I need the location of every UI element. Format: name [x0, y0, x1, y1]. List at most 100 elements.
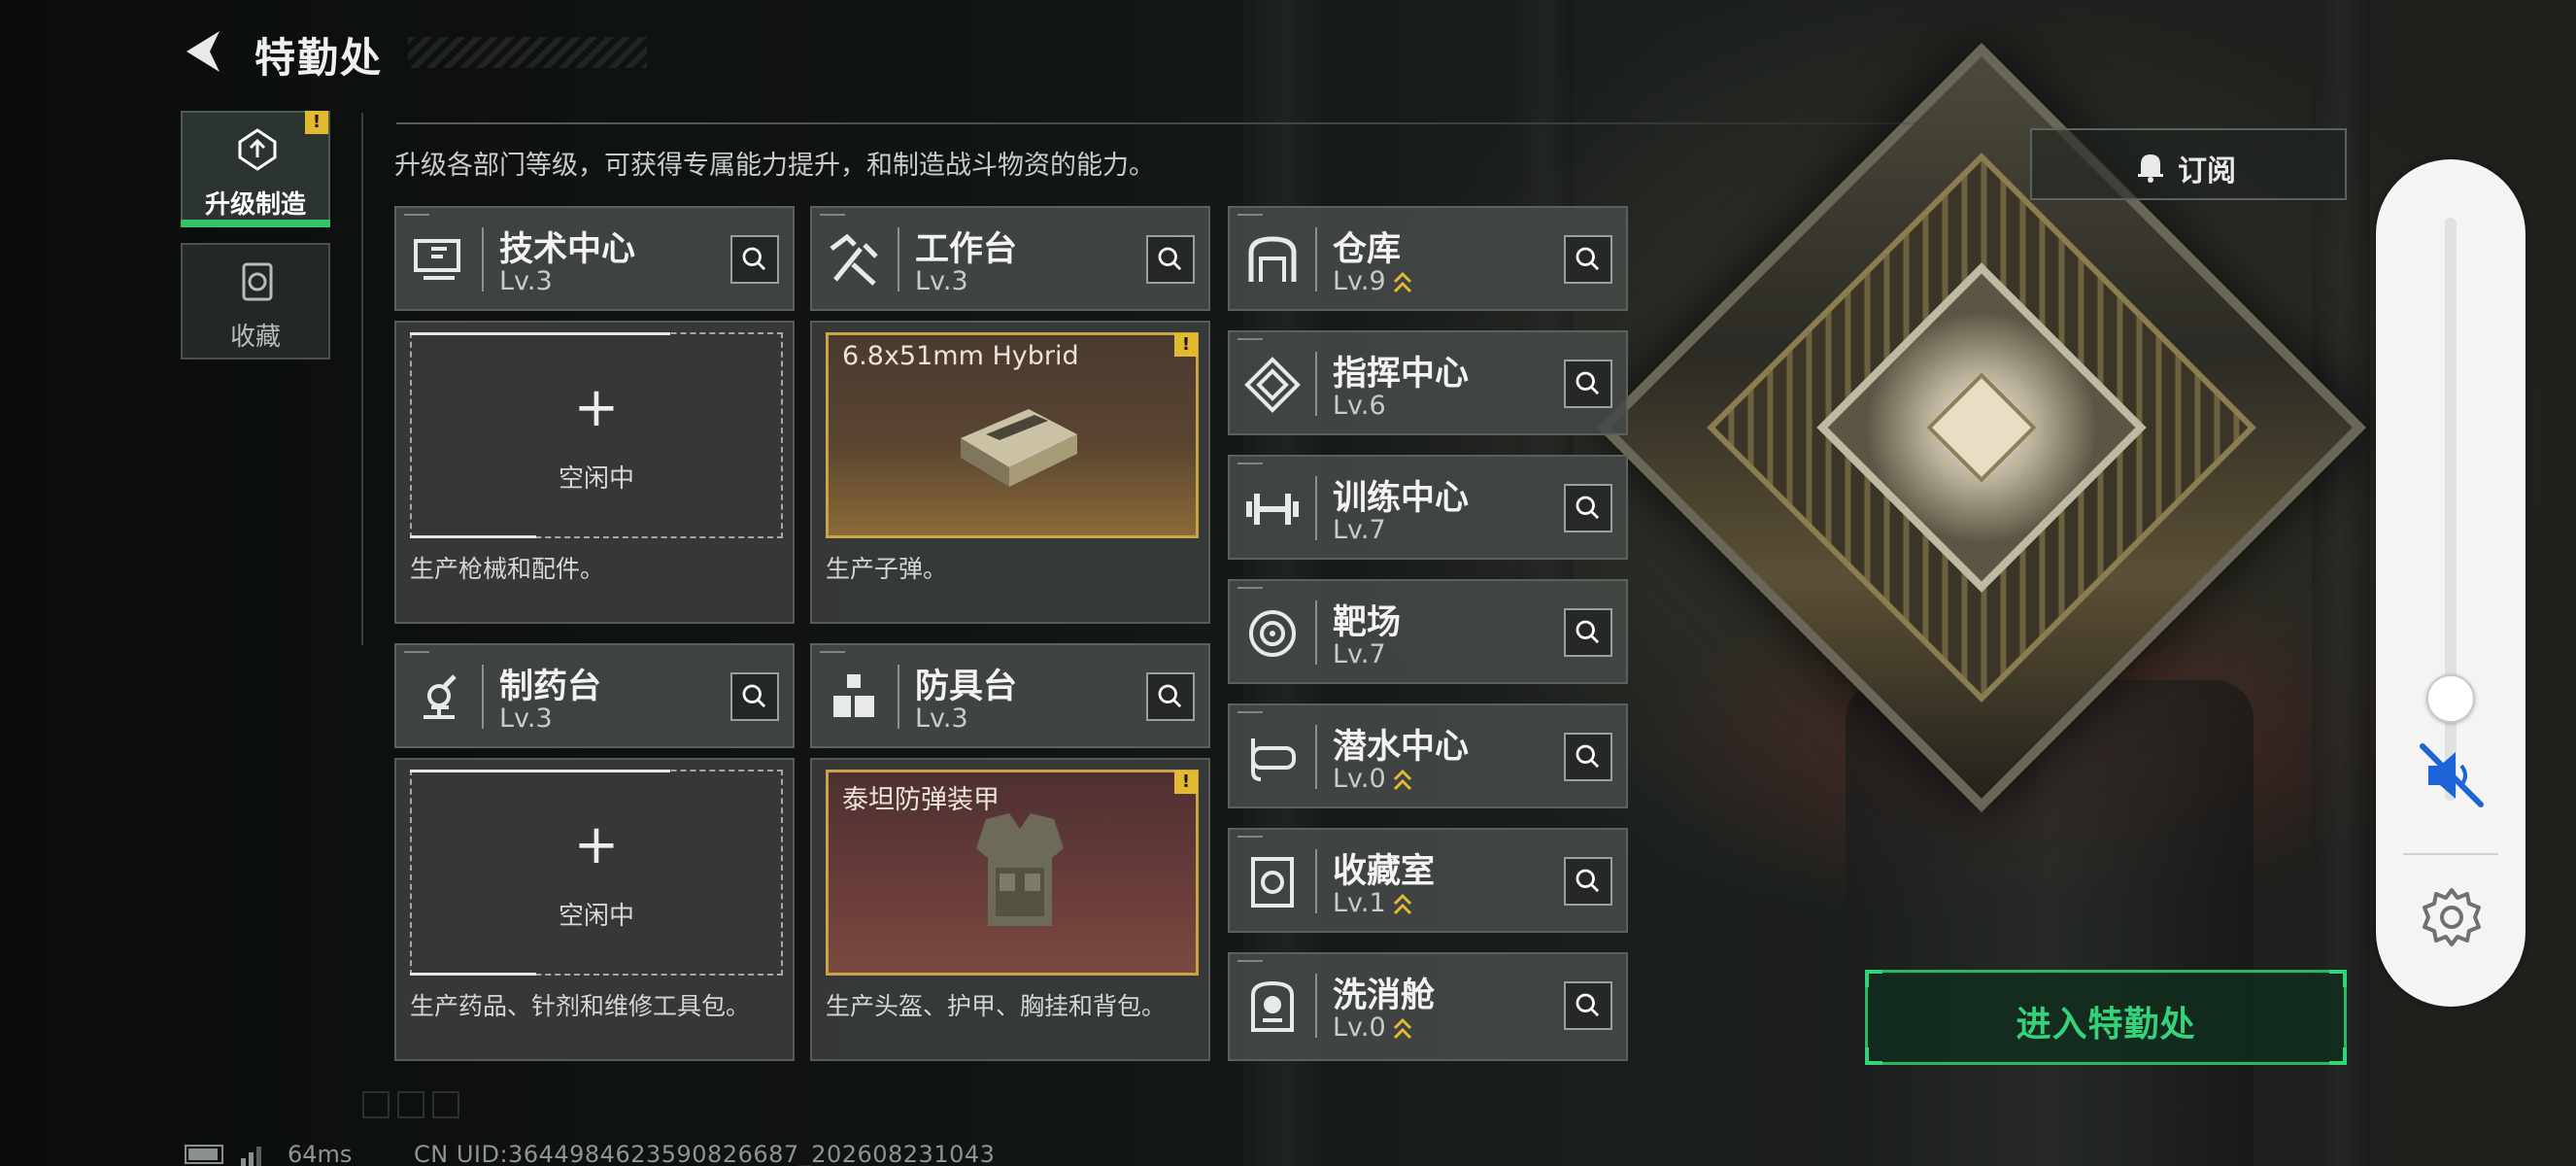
production-description: 生产药品、针剂和维修工具包。: [410, 992, 751, 1020]
diving-center-icon: [1251, 738, 1296, 781]
mute-icon[interactable]: [2415, 738, 2489, 812]
user-uid: CN UID:3644984623590826687_202608231043: [414, 1141, 996, 1166]
pharmacy-icon: [424, 674, 457, 719]
facility-card-pharmacy[interactable]: 制药台 Lv.3: [394, 643, 795, 748]
facility-level: Lv.1: [1333, 888, 1413, 918]
facility-level: Lv.3: [915, 266, 968, 296]
search-icon[interactable]: [1564, 360, 1612, 408]
produced-item[interactable]: 6.8x51mm Hybrid !: [826, 332, 1199, 538]
facility-level: Lv.3: [499, 703, 553, 734]
facility-level: Lv.0: [1333, 1012, 1413, 1043]
production-description: 生产头盔、护甲、胸挂和背包。: [826, 992, 1167, 1020]
item-name: 6.8x51mm Hybrid: [842, 341, 1079, 371]
workbench-icon: [830, 233, 878, 286]
enter-special-ops-button[interactable]: 进入特勤处: [1865, 970, 2347, 1065]
slot-status: 空闲中: [558, 902, 634, 931]
decon-chamber-icon: [1251, 980, 1294, 1032]
production-slot[interactable]: 6.8x51mm Hybrid ! 生产子弹。: [810, 321, 1210, 624]
facility-card-collection-room[interactable]: 收藏室 Lv.1: [1228, 828, 1628, 933]
facility-card-shooting-range[interactable]: 靶场 Lv.7: [1228, 579, 1628, 684]
upgrade-arrow-icon: [1393, 893, 1411, 914]
search-icon[interactable]: [1146, 672, 1195, 721]
ping-value: 64ms: [288, 1141, 353, 1166]
facility-card-diving-center[interactable]: 潜水中心 Lv.0: [1228, 703, 1628, 808]
signal-icon: [241, 1147, 261, 1166]
facility-card-decon-chamber[interactable]: 洗消舱 Lv.0: [1228, 952, 1628, 1061]
armor-bench-icon: [833, 674, 874, 717]
back-arrow-icon[interactable]: [181, 27, 225, 76]
subscribe-label: 订阅: [2178, 154, 2236, 189]
facility-level: Lv.3: [499, 266, 553, 296]
facility-name: 技术中心: [499, 230, 636, 269]
upgrade-arrow-icon: [1393, 271, 1411, 292]
page-title: 特勤处: [254, 34, 384, 82]
slot-status: 空闲中: [558, 464, 634, 494]
facility-card-workbench[interactable]: 工作台 Lv.3: [810, 206, 1210, 311]
command-center-icon: [1244, 357, 1301, 413]
upgrade-arrow-icon: [1393, 1017, 1411, 1039]
divider: [2403, 853, 2498, 855]
facility-card-training-center[interactable]: 训练中心 Lv.7: [1228, 455, 1628, 560]
warning-badge: !: [1174, 333, 1198, 357]
facility-card-warehouse[interactable]: 仓库 Lv.9: [1228, 206, 1628, 311]
warning-badge: !: [305, 111, 328, 134]
training-center-icon: [1246, 494, 1299, 525]
empty-slot[interactable]: + 空闲中: [410, 770, 783, 976]
facility-card-tech-center[interactable]: 技术中心 Lv.3: [394, 206, 795, 311]
facility-name: 收藏室: [1333, 852, 1436, 891]
facility-name: 工作台: [915, 230, 1018, 269]
search-icon[interactable]: [730, 672, 779, 721]
facility-name: 制药台: [499, 668, 602, 706]
bell-icon: [2138, 154, 2163, 183]
warehouse-icon: [1248, 236, 1297, 282]
production-description: 生产子弹。: [826, 555, 948, 583]
tech-center-icon: [414, 239, 460, 280]
volume-slider-knob[interactable]: [2426, 674, 2475, 723]
production-slot[interactable]: 泰坦防弹装甲 ! 生产头盔、护甲、胸挂和背包。: [810, 758, 1210, 1061]
facility-level: Lv.7: [1333, 639, 1386, 669]
facility-level: Lv.0: [1333, 764, 1413, 794]
facility-card-command-center[interactable]: 指挥中心 Lv.6: [1228, 330, 1628, 435]
search-icon[interactable]: [1564, 733, 1612, 781]
production-slot[interactable]: + 空闲中 生产药品、针剂和维修工具包。: [394, 758, 795, 1061]
page-description: 升级各部门等级，可获得专属能力提升，和制造战斗物资的能力。: [394, 151, 1155, 181]
warning-badge: !: [1174, 771, 1198, 794]
title-decoration: [408, 37, 647, 68]
facility-level: Lv.7: [1333, 515, 1386, 545]
search-icon[interactable]: [1564, 981, 1612, 1030]
facility-card-armor-bench[interactable]: 防具台 Lv.3: [810, 643, 1210, 748]
facility-name: 防具台: [915, 668, 1018, 706]
search-icon[interactable]: [1564, 484, 1612, 532]
upgrade-icon: [238, 128, 277, 171]
empty-slot[interactable]: + 空闲中: [410, 332, 783, 538]
active-tab-indicator: [181, 220, 330, 227]
production-description: 生产枪械和配件。: [410, 555, 605, 583]
search-icon[interactable]: [1564, 608, 1612, 657]
subscribe-button[interactable]: 订阅: [2030, 128, 2347, 200]
enter-button-label: 进入特勤处: [2016, 1005, 2196, 1045]
battery-icon: [185, 1145, 223, 1164]
facility-level: Lv.9: [1333, 266, 1413, 296]
tab-label: 收藏: [229, 323, 281, 352]
decoration-squares: [362, 1091, 459, 1118]
add-icon: +: [573, 813, 620, 876]
upgrade-arrow-icon: [1393, 769, 1411, 790]
produced-item[interactable]: 泰坦防弹装甲 !: [826, 770, 1199, 976]
volume-panel[interactable]: [2376, 159, 2525, 1007]
facility-level: Lv.3: [915, 703, 968, 734]
search-icon[interactable]: [1146, 235, 1195, 284]
body-armor-image: [976, 813, 1064, 926]
facility-name: 潜水中心: [1333, 728, 1470, 767]
tab-label: 升级制造: [204, 190, 306, 220]
tab-collection[interactable]: 收藏: [181, 243, 330, 360]
ammo-box-image: [961, 409, 1077, 487]
divider: [361, 113, 363, 645]
facility-level: Lv.6: [1333, 391, 1386, 421]
gear-icon[interactable]: [2419, 884, 2485, 950]
facility-name: 仓库: [1333, 230, 1402, 269]
search-icon[interactable]: [1564, 857, 1612, 906]
search-icon[interactable]: [730, 235, 779, 284]
search-icon[interactable]: [1564, 235, 1612, 284]
facility-name: 洗消舱: [1333, 977, 1436, 1015]
production-slot[interactable]: + 空闲中 生产枪械和配件。: [394, 321, 795, 624]
